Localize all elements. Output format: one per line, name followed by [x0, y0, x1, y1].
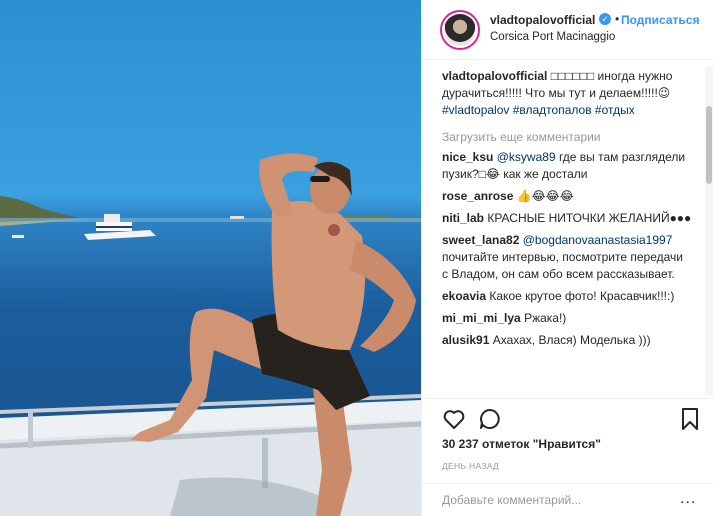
follow-button[interactable]: Подписаться: [621, 13, 699, 27]
post-date: ДЕНЬ НАЗАД: [442, 461, 500, 471]
location-link[interactable]: Corsica Port Macinaggio: [490, 31, 615, 43]
caption: vladtopalovofficial □□□□□□ иногда нужно …: [442, 68, 692, 119]
author-username[interactable]: vladtopalovofficial: [490, 13, 595, 27]
hashtag[interactable]: #владтопалов: [513, 103, 592, 117]
post-actions: 30 237 отметок "Нравится" ДЕНЬ НАЗАД ...: [422, 398, 713, 516]
hashtag[interactable]: #vladtopalov: [442, 103, 509, 117]
bookmark-icon[interactable]: [678, 407, 702, 431]
comment-text: Ржака!): [524, 311, 567, 325]
post-photo[interactable]: [0, 0, 421, 516]
comment-item: nice_ksu @ksywa89 где вы там разглядели …: [442, 149, 692, 183]
comment-item: mi_mi_mi_lya Ржака!): [442, 310, 692, 327]
add-comment-input[interactable]: [442, 493, 682, 507]
separator-dot: •: [615, 12, 620, 26]
hashtag[interactable]: #отдых: [595, 103, 635, 117]
speech-bubble-icon[interactable]: [478, 407, 502, 431]
comment-text: Какое крутое фото! Красавчик!!!:): [489, 289, 675, 303]
scrollbar-thumb[interactable]: [706, 106, 712, 184]
comment-item: alusik91 Ахахах, Влася) Моделька ))): [442, 332, 692, 349]
avatar[interactable]: [440, 10, 480, 50]
comment-item: niti_lab КРАСНЫЕ НИТОЧКИ ЖЕЛАНИЙ●●●: [442, 210, 692, 227]
comment-item: rose_anrose 👍😂😂😂: [442, 188, 692, 205]
add-comment-bar: ...: [422, 483, 713, 516]
likes-count[interactable]: 30 237 отметок "Нравится": [442, 437, 601, 451]
comment-username[interactable]: alusik91: [442, 333, 489, 347]
photo-scene: [0, 153, 421, 516]
comment-mention[interactable]: @ksywa89: [497, 150, 556, 164]
comment-username[interactable]: ekoavia: [442, 289, 486, 303]
comment-item: ekoavia Какое крутое фото! Красавчик!!!:…: [442, 288, 692, 305]
comment-text: 👍😂😂😂: [516, 189, 574, 203]
instagram-post: vladtopalovofficial ✓ • Подписаться Cors…: [0, 0, 713, 516]
comment-username[interactable]: rose_anrose: [442, 189, 513, 203]
comment-item: sweet_lana82 @bogdanovaanastasia1997 поч…: [442, 232, 692, 283]
comment-username[interactable]: niti_lab: [442, 211, 484, 225]
post-side-panel: vladtopalovofficial ✓ • Подписаться Cors…: [421, 0, 713, 516]
comment-username[interactable]: sweet_lana82: [442, 233, 519, 247]
verified-badge-icon: ✓: [599, 13, 611, 25]
load-more-comments-link[interactable]: Загрузить еще комментарии: [442, 130, 692, 144]
caption-username[interactable]: vladtopalovofficial: [442, 69, 547, 83]
more-options-button[interactable]: ...: [680, 490, 696, 508]
comment-username[interactable]: mi_mi_mi_lya: [442, 311, 521, 325]
comments-scrollbar[interactable]: [705, 66, 713, 396]
comment-text: Ахахах, Влася) Моделька ))): [492, 333, 651, 347]
post-header: vladtopalovofficial ✓ • Подписаться Cors…: [422, 0, 713, 60]
comment-text: почитайте интервью, посмотрите передачи …: [442, 250, 684, 281]
comment-username[interactable]: nice_ksu: [442, 150, 493, 164]
comment-text: КРАСНЫЕ НИТОЧКИ ЖЕЛАНИЙ●●●: [487, 211, 692, 225]
comment-mention[interactable]: @bogdanovaanastasia1997: [523, 233, 673, 247]
comments-list[interactable]: vladtopalovofficial □□□□□□ иногда нужно …: [422, 68, 713, 396]
heart-icon[interactable]: [442, 407, 466, 431]
